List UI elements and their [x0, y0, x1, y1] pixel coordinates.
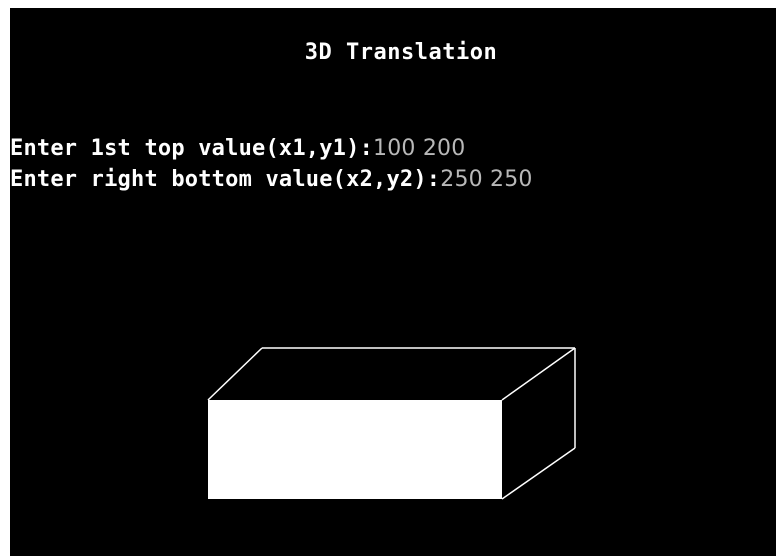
3d-box [207, 347, 576, 500]
box-top-edge-right [501, 347, 576, 401]
drawing-canvas [207, 347, 576, 500]
console-window: 3D Translation Enter 1st top value(x1,y1… [10, 8, 776, 556]
box-front-face [208, 400, 502, 499]
box-right-edge-bottom [501, 447, 576, 500]
box-top-edge-left [207, 347, 263, 401]
